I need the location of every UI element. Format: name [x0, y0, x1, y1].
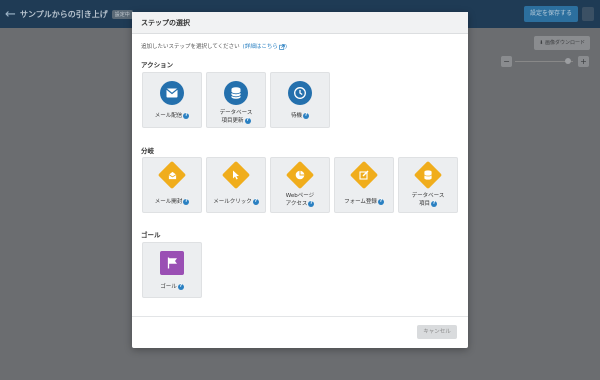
zoom-slider-handle[interactable] [565, 58, 571, 64]
dialog-title: ステップの選択 [132, 12, 468, 34]
help-icon[interactable]: ? [431, 200, 437, 207]
help-icon[interactable]: ? [377, 198, 384, 205]
external-link-icon [279, 43, 285, 50]
help-icon[interactable]: ? [177, 283, 184, 290]
step-label-line1: データベース [411, 193, 445, 199]
step-label-line2: 項目 [418, 201, 430, 207]
help-icon[interactable]: ? [252, 198, 259, 205]
step-card-web-page-access[interactable]: Webページ アクセス? [270, 157, 330, 213]
help-icon[interactable]: ? [303, 112, 309, 119]
help-icon[interactable]: ? [183, 198, 190, 205]
step-card-database-update[interactable]: データベース 項目更新? [206, 72, 266, 128]
step-select-dialog: ステップの選択 追加したいステップを選択してください (詳細はこちら) アクション… [132, 12, 468, 348]
step-card-goal[interactable]: ゴール? [142, 242, 202, 298]
more-menu-button[interactable] [582, 7, 594, 21]
back-arrow-icon[interactable]: ← [5, 7, 17, 22]
scenario-title: サンプルからの引き上げ [20, 9, 108, 19]
step-card-database-field[interactable]: データベース項目? [398, 157, 458, 213]
step-label-line2: アクセス [285, 201, 308, 207]
step-label: メール配信 [154, 113, 183, 119]
zoom-out-button[interactable]: − [501, 56, 512, 67]
save-settings-button[interactable]: 設定を保存する [523, 6, 578, 22]
help-icon[interactable]: ? [308, 200, 315, 207]
step-card-mail-click[interactable]: メールクリック? [206, 157, 266, 213]
dialog-intro: 追加したいステップを選択してください (詳細はこちら) [141, 42, 287, 50]
details-link[interactable]: (詳細はこちら) [243, 43, 287, 50]
cancel-button[interactable]: キャンセル [417, 325, 457, 339]
step-label: ゴール [160, 284, 177, 290]
step-card-mail-open[interactable]: メール開封? [142, 157, 202, 213]
mail-open-icon [157, 160, 187, 190]
step-card-mail-delivery[interactable]: メール配信? [142, 72, 202, 128]
section-title-goal: ゴール [141, 231, 161, 239]
step-label-line2: 項目更新 [221, 118, 244, 124]
help-icon[interactable]: ? [183, 112, 190, 119]
download-icon: ⬇ [539, 40, 544, 46]
footer-divider [132, 316, 468, 317]
clock-icon [288, 81, 312, 105]
download-label: 画像ダウンロード [544, 40, 585, 46]
flag-icon [160, 251, 184, 275]
database-icon [224, 81, 248, 105]
step-label: メール開封 [154, 199, 183, 205]
mail-icon [160, 81, 184, 105]
help-icon[interactable]: ? [244, 117, 251, 124]
web-page-icon [285, 160, 315, 190]
step-label: 待機 [290, 113, 302, 119]
step-label: フォーム登録 [344, 199, 377, 205]
cursor-icon [221, 160, 251, 190]
step-label-line1: Webページ [285, 193, 315, 199]
section-title-action: アクション [141, 61, 174, 69]
section-title-branch: 分岐 [141, 147, 154, 155]
intro-text: 追加したいステップを選択してください [141, 44, 240, 50]
status-badge: 設定中 [111, 9, 133, 19]
zoom-in-button[interactable]: + [578, 56, 589, 67]
step-card-form-registration[interactable]: フォーム登録? [334, 157, 394, 213]
database-icon [413, 160, 443, 190]
step-card-wait[interactable]: 待機? [270, 72, 330, 128]
form-edit-icon [349, 160, 379, 190]
image-download-button[interactable]: ⬇ 画像ダウンロード [534, 36, 590, 50]
step-label-line1: データベース [219, 110, 253, 116]
step-label: メールクリック [213, 199, 252, 205]
